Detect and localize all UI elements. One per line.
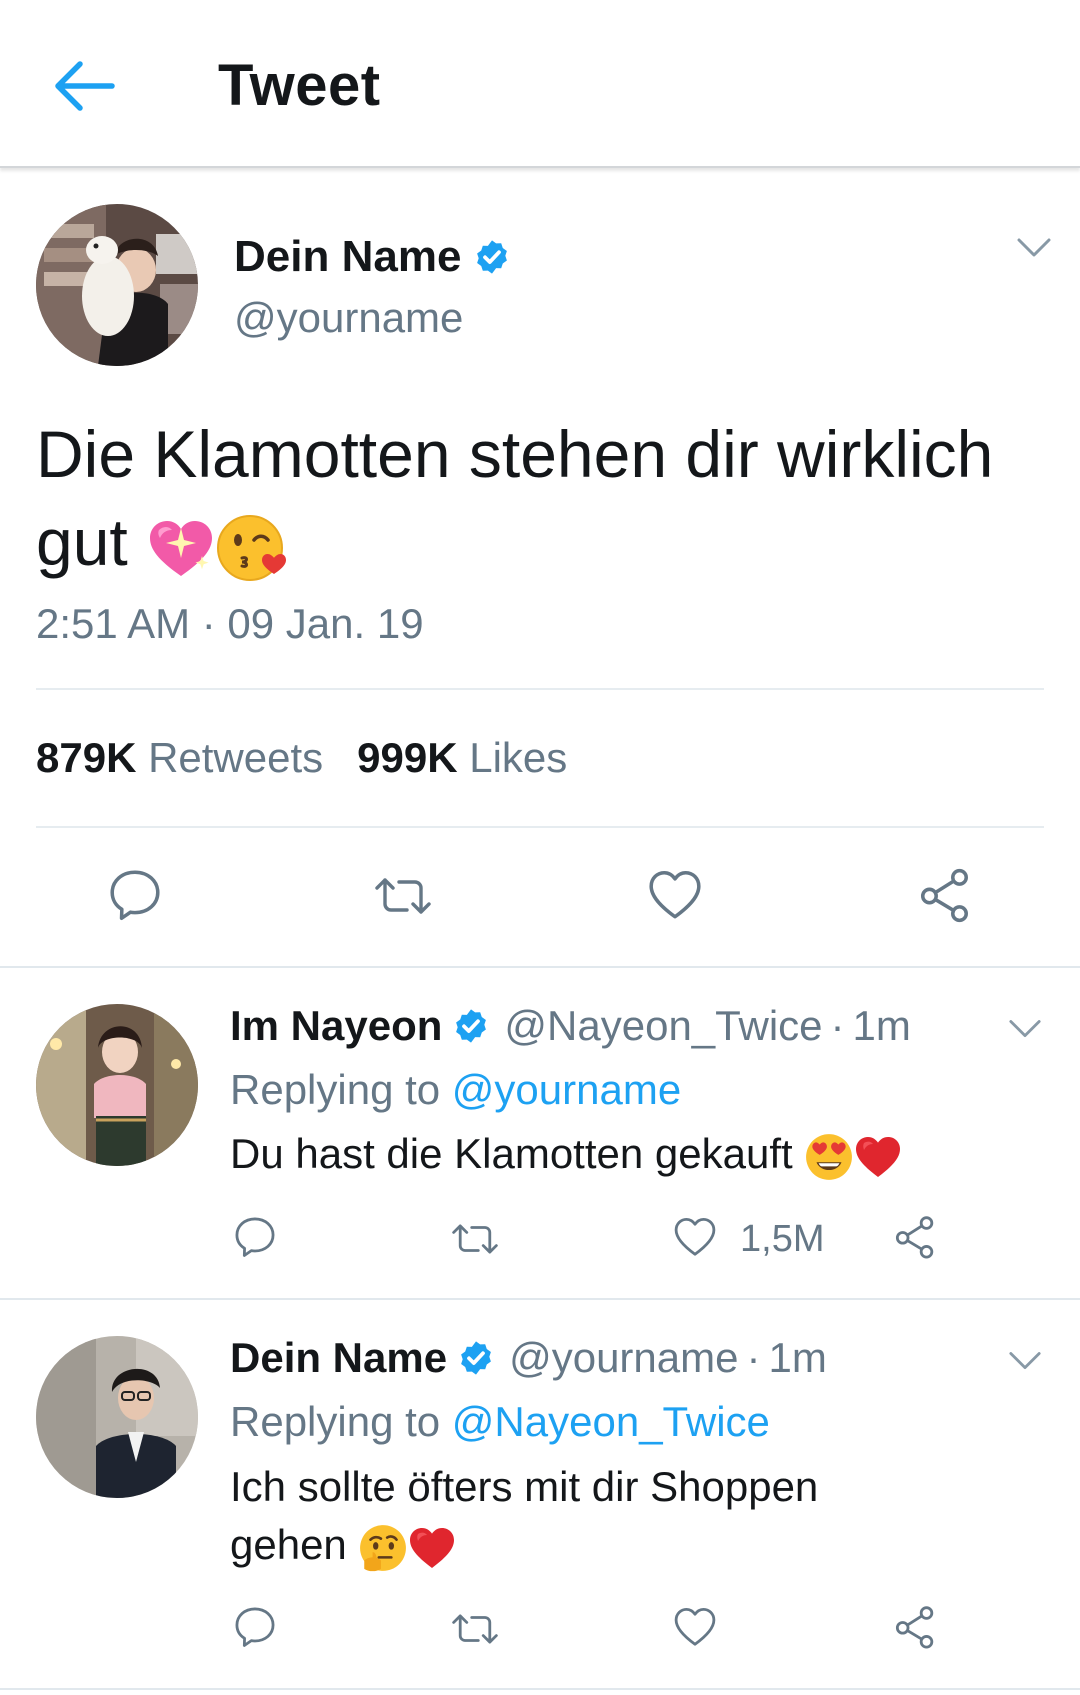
top-bar: Tweet <box>0 0 1080 168</box>
author-name[interactable]: Dein Name <box>230 1334 447 1382</box>
separator: · <box>746 1334 761 1381</box>
author-name[interactable]: Dein Name <box>234 232 461 282</box>
verified-badge-icon <box>457 1339 495 1377</box>
chevron-down-icon[interactable] <box>1008 1018 1042 1040</box>
sparkling-heart-emoji <box>150 520 213 576</box>
avatar[interactable] <box>36 1004 198 1166</box>
replying-to-link[interactable]: @Nayeon_Twice <box>452 1398 770 1445</box>
like-icon[interactable] <box>646 866 704 924</box>
reply-icon[interactable] <box>106 866 164 924</box>
avatar-photo <box>36 1336 198 1498</box>
author-handle[interactable]: @yourname <box>509 1334 738 1382</box>
retweet-icon[interactable] <box>370 868 436 924</box>
tweet-timestamp: 2:51 AM · 09 Jan. 19 <box>36 600 424 647</box>
red-heart-emoji <box>854 1134 902 1180</box>
avatar[interactable] <box>36 1336 198 1498</box>
retweets-stat[interactable]: 879K Retweets <box>36 734 323 782</box>
reply-icon[interactable] <box>232 1214 278 1260</box>
reply-icon[interactable] <box>232 1604 278 1650</box>
replying-to: Replying to @Nayeon_Twice <box>230 1398 770 1445</box>
replying-to: Replying to @yourname <box>230 1066 682 1113</box>
chevron-down-icon[interactable] <box>1016 236 1052 260</box>
reply-time: 1m <box>852 1002 911 1049</box>
retweet-icon[interactable] <box>448 1606 502 1652</box>
share-icon[interactable] <box>892 1214 938 1260</box>
reply-header: Im Nayeon @Nayeon_Twice · 1m <box>230 1002 911 1050</box>
tweet-stats: 879K Retweets 999K Likes <box>36 734 567 782</box>
avatar-photo <box>36 204 198 366</box>
author-name[interactable]: Im Nayeon <box>230 1002 442 1050</box>
verified-badge-icon <box>452 1007 490 1045</box>
verified-badge-icon <box>473 238 511 276</box>
reply-text: Du hast die Klamotten gekauft <box>230 1126 1030 1182</box>
share-icon[interactable] <box>892 1604 938 1650</box>
author-handle[interactable]: @yourname <box>234 294 463 342</box>
share-icon[interactable] <box>916 866 974 924</box>
heart-eyes-emoji <box>806 1133 853 1180</box>
likes-stat[interactable]: 999K Likes <box>357 734 567 782</box>
divider <box>36 826 1044 828</box>
divider <box>0 1298 1080 1300</box>
divider <box>0 1688 1080 1690</box>
kiss-face-emoji <box>217 514 287 581</box>
divider <box>36 688 1044 690</box>
retweet-icon[interactable] <box>448 1216 502 1262</box>
author-name-row: Dein Name <box>234 232 511 282</box>
avatar[interactable] <box>36 204 198 366</box>
like-count: 1,5M <box>740 1218 825 1260</box>
page-title: Tweet <box>218 53 381 118</box>
like-icon[interactable] <box>672 1604 718 1650</box>
reply-time: 1m <box>768 1334 827 1381</box>
thinking-face-emoji <box>360 1524 407 1572</box>
divider <box>0 966 1080 968</box>
back-arrow-icon[interactable] <box>50 58 120 114</box>
reply-header: Dein Name @yourname · 1m <box>230 1334 827 1382</box>
tweet-text: Die Klamotten stehen dir wirklich gut <box>36 410 1046 586</box>
like-icon[interactable] <box>672 1214 718 1260</box>
replying-to-link[interactable]: @yourname <box>452 1066 681 1113</box>
author-handle[interactable]: @Nayeon_Twice <box>504 1002 822 1050</box>
avatar-photo <box>36 1004 198 1166</box>
chevron-down-icon[interactable] <box>1008 1350 1042 1372</box>
separator: · <box>830 1002 845 1049</box>
reply-text: Ich sollte öfters mit dir Shoppen gehen <box>230 1458 890 1574</box>
red-heart-emoji <box>408 1525 456 1571</box>
